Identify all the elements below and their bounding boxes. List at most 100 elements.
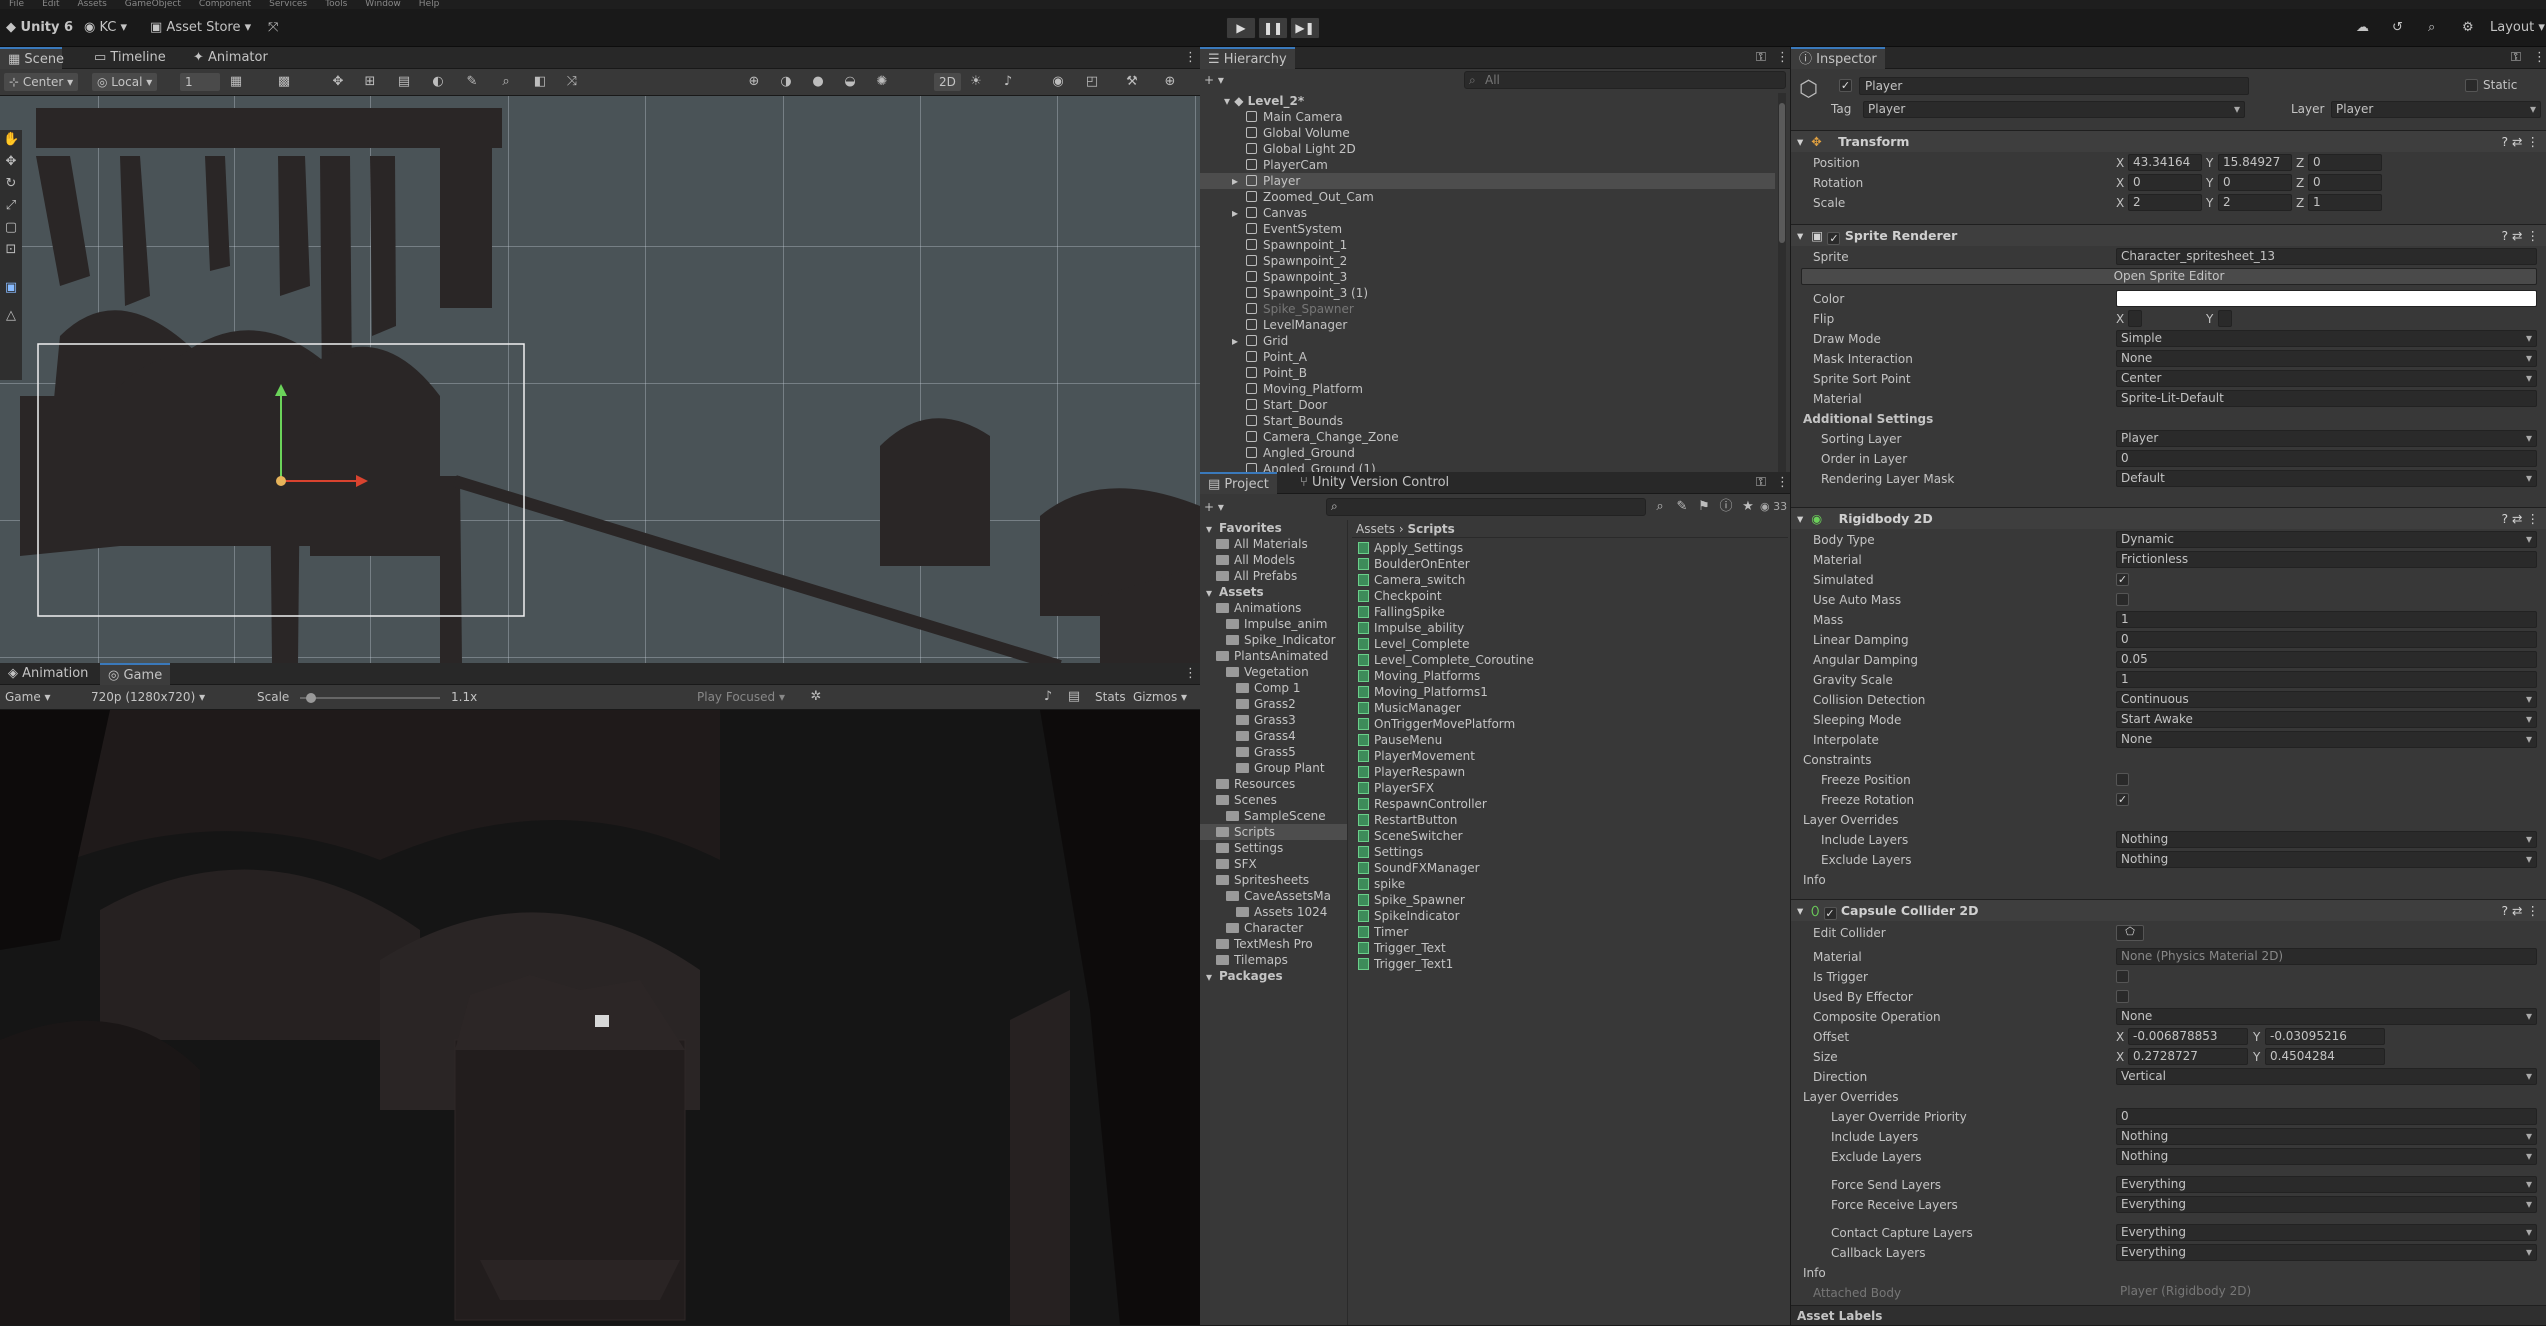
folder-scripts[interactable]: Scripts [1200, 824, 1347, 840]
freeze-rotation-z-checkbox[interactable]: ✓ [2116, 793, 2129, 806]
transform-position-z-field[interactable]: 0 [2308, 154, 2382, 171]
tab-version-control[interactable]: ⑂ Unity Version Control [1292, 472, 1457, 494]
scene-row[interactable]: ▾ ◆ Level_2* [1200, 93, 1775, 109]
project-add-button[interactable]: + ▾ [1204, 498, 1234, 516]
composite-dropdown[interactable]: None [2116, 1008, 2537, 1025]
snap-input[interactable]: 1 [180, 73, 220, 91]
folder-spritesheets[interactable]: Spritesheets [1200, 872, 1347, 888]
transform-tool-icon[interactable]: ⊡ [3, 242, 19, 258]
contact-capture-dropdown[interactable]: Everything [2116, 1224, 2537, 1241]
draw-mode-dropdown[interactable]: Simple [2116, 330, 2537, 347]
tools-icon[interactable]: ⚒ [1124, 74, 1140, 90]
scale-slider-thumb[interactable] [306, 693, 316, 703]
script-impulse-ability[interactable]: Impulse_ability [1358, 620, 1778, 636]
folder-animations[interactable]: Animations [1200, 600, 1347, 616]
rb-collision-detection-field[interactable]: Continuous [2116, 691, 2537, 708]
hierarchy-item-spawnpoint-3[interactable]: Spawnpoint_3 [1200, 269, 1775, 285]
gizmos-icon[interactable]: ⊕ [1162, 74, 1178, 90]
hierarchy-item-eventsystem[interactable]: EventSystem [1200, 221, 1775, 237]
tab-timeline[interactable]: ▭ Timeline [86, 47, 174, 69]
hierarchy-item-global-volume[interactable]: Global Volume [1200, 125, 1775, 141]
component-menu-icon[interactable]: ? ⇄ ⋮ [2501, 225, 2539, 247]
stats-button[interactable]: Stats [1090, 688, 1131, 706]
script-trigger-text[interactable]: Trigger_Text [1358, 940, 1778, 956]
history-icon[interactable]: ↺ [2392, 18, 2403, 38]
script-moving-platforms[interactable]: Moving_Platforms [1358, 668, 1778, 684]
script-playermovement[interactable]: PlayerMovement [1358, 748, 1778, 764]
cc-size-y-field[interactable]: 0.4504284 [2265, 1048, 2385, 1065]
folder-settings[interactable]: Settings [1200, 840, 1347, 856]
rb-mass-field[interactable]: 1 [2116, 611, 2537, 628]
script-spike-spawner[interactable]: Spike_Spawner [1358, 892, 1778, 908]
hierarchy-item-spawnpoint-2[interactable]: Spawnpoint_2 [1200, 253, 1775, 269]
search-by-label-icon[interactable]: ✎ [1674, 499, 1690, 515]
is-trigger-checkbox[interactable] [2116, 970, 2129, 983]
hierarchy-item-moving-platform[interactable]: Moving_Platform [1200, 381, 1775, 397]
direction-dropdown[interactable]: Vertical [2116, 1068, 2537, 1085]
sprite-renderer-enabled-checkbox[interactable]: ✓ [1827, 232, 1841, 245]
tab-project[interactable]: ▤ Project [1200, 472, 1277, 494]
sort-point-dropdown[interactable]: Center [2116, 370, 2537, 387]
hierarchy-item-zoomed-out-cam[interactable]: Zoomed_Out_Cam [1200, 189, 1775, 205]
script-musicmanager[interactable]: MusicManager [1358, 700, 1778, 716]
pivot-dropdown[interactable]: ⊹ Center ▾ [4, 73, 79, 91]
filter-icon[interactable]: ⚑ [1696, 499, 1712, 515]
space-dropdown[interactable]: ◎ Local ▾ [92, 73, 158, 91]
menu-help[interactable]: Help [419, 0, 440, 9]
fx-icon[interactable]: ✺ [874, 74, 890, 90]
transform-position-y-field[interactable]: 15.84927 [2218, 154, 2292, 171]
cc-offset-x-field[interactable]: -0.006878853 [2128, 1028, 2248, 1045]
asset-labels-header[interactable]: Asset Labels [1791, 1305, 2546, 1325]
grid-visibility-icon[interactable]: ▩ [276, 74, 292, 90]
open-sprite-editor-button[interactable]: Open Sprite Editor [1801, 268, 2537, 285]
zoom-icon[interactable]: ⌕ [498, 74, 514, 90]
tab-inspector[interactable]: ⓘ Inspector [1791, 47, 1885, 69]
folder-tilemaps[interactable]: Tilemaps [1200, 952, 1347, 968]
script-settings[interactable]: Settings [1358, 844, 1778, 860]
favorite-icon[interactable]: ★ [1740, 499, 1756, 515]
transform-rotation-x-field[interactable]: 0 [2128, 174, 2202, 191]
cloud-icon[interactable]: ☁ [2356, 18, 2369, 38]
rb-body-type-field[interactable]: Dynamic [2116, 531, 2537, 548]
transform-rotation-z-field[interactable]: 0 [2308, 174, 2382, 191]
collider-tool-icon[interactable]: △ [3, 308, 19, 324]
script-spike[interactable]: spike [1358, 876, 1778, 892]
hierarchy-item-angled-ground[interactable]: Angled_Ground [1200, 445, 1775, 461]
transform-header[interactable]: ▾ ✥ Transform? ⇄ ⋮ [1791, 130, 2546, 152]
inspector-menu-icon[interactable]: ⋮ [2525, 47, 2546, 69]
step-button[interactable]: ▶❚ [1290, 17, 1320, 39]
menu-gameobject[interactable]: GameObject [125, 0, 181, 9]
cc-exclude-dropdown[interactable]: Nothing [2116, 1148, 2537, 1165]
sr-material-field[interactable]: Sprite-Lit-Default [2116, 390, 2537, 407]
script-fallingspike[interactable]: FallingSpike [1358, 604, 1778, 620]
view-tool-icon[interactable]: ✋ [3, 132, 19, 148]
folder-character[interactable]: Character [1200, 920, 1347, 936]
order-in-layer-field[interactable]: 0 [2116, 450, 2537, 467]
script-sceneswitcher[interactable]: SceneSwitcher [1358, 828, 1778, 844]
tab-animation[interactable]: ◈ Animation [0, 663, 96, 685]
rb-interpolate-field[interactable]: None [2116, 731, 2537, 748]
menu-assets[interactable]: Assets [78, 0, 107, 9]
menu-window[interactable]: Window [365, 0, 401, 9]
folder-scenes[interactable]: Scenes [1200, 792, 1347, 808]
hierarchy-item-camera-change-zone[interactable]: Camera_Change_Zone [1200, 429, 1775, 445]
folder-impulse-anim[interactable]: Impulse_anim [1200, 616, 1347, 632]
transform-position-x-field[interactable]: 43.34164 [2128, 154, 2202, 171]
rb-exclude-dropdown[interactable]: Nothing [2116, 851, 2537, 868]
folder-favorites[interactable]: ▾ Favorites [1200, 520, 1347, 536]
wire-icon[interactable]: ● [810, 74, 826, 90]
capsule-collider-header[interactable]: ▾ ⬯ ✓ Capsule Collider 2D? ⇄ ⋮ [1791, 899, 2546, 921]
rotate-tool-icon[interactable]: ↻ [3, 176, 19, 192]
folder-vegetation[interactable]: Vegetation [1200, 664, 1347, 680]
script-level-complete[interactable]: Level_Complete [1358, 636, 1778, 652]
global-icon[interactable]: ⊕ [746, 74, 762, 90]
used-by-effector-checkbox[interactable] [2116, 990, 2129, 1003]
hierarchy-scrollbar[interactable] [1778, 93, 1786, 472]
brush-icon[interactable]: ✎ [464, 74, 480, 90]
folder-all-prefabs[interactable]: All Prefabs [1200, 568, 1347, 584]
active-checkbox[interactable]: ✓ [1839, 79, 1852, 92]
hierarchy-item-player[interactable]: ▸ Player [1200, 173, 1775, 189]
grid-snap-icon[interactable]: ▦ [228, 74, 244, 90]
hierarchy-item-angled-ground-1[interactable]: Angled_Ground (1) [1200, 461, 1775, 472]
folder-all-materials[interactable]: All Materials [1200, 536, 1347, 552]
